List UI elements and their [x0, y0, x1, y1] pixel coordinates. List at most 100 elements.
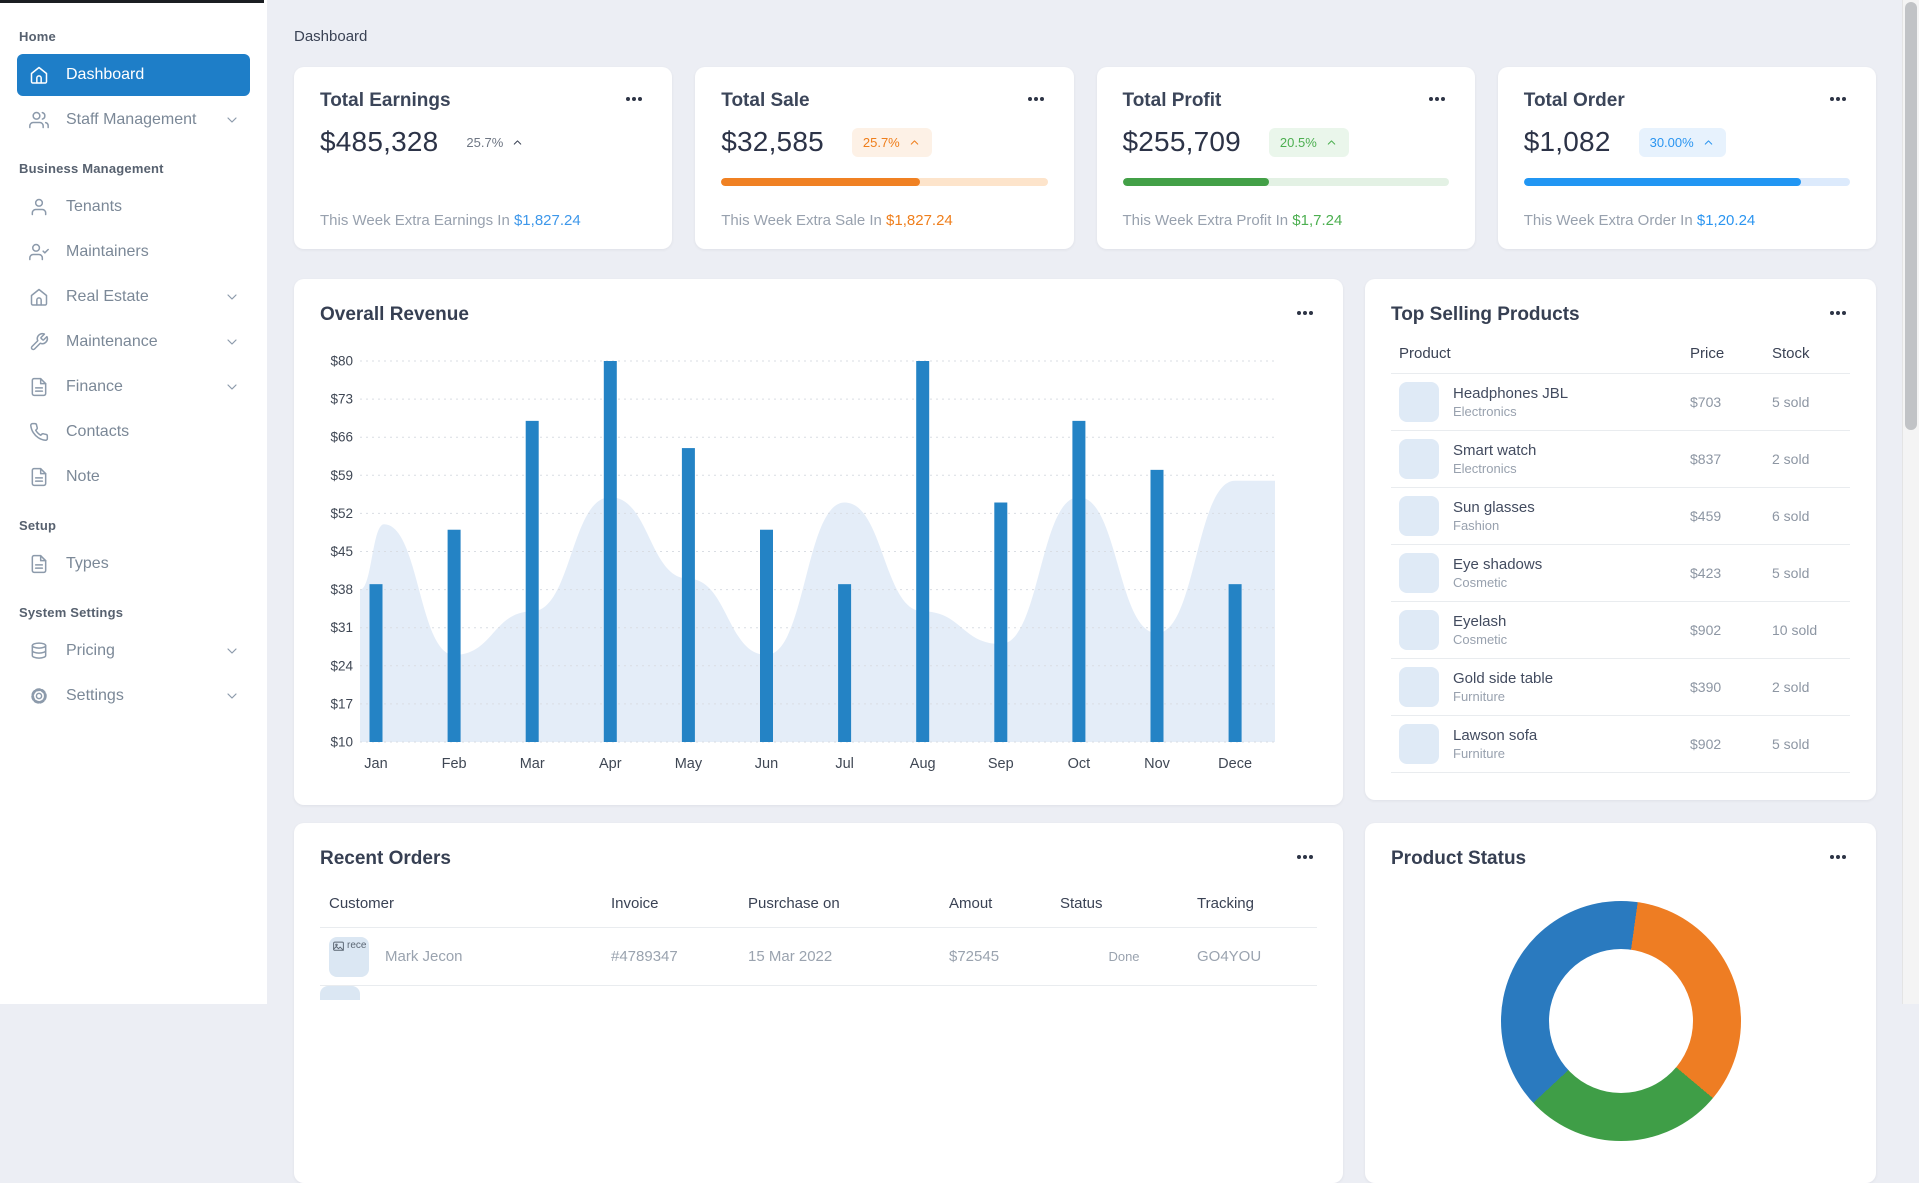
- products-column-header-product: Product: [1399, 345, 1451, 362]
- page-scrollbar-track[interactable]: [1902, 0, 1919, 1004]
- product-status-title: Product Status: [1391, 847, 1527, 869]
- order-amount: $72545: [949, 948, 1000, 965]
- top-selling-menu-button[interactable]: [1826, 303, 1850, 326]
- stat-card-change-value: 20.5%: [1279, 134, 1317, 150]
- product-price: $459: [1690, 508, 1722, 524]
- gear-icon: [29, 686, 49, 706]
- products-column-header-stock: Stock: [1772, 345, 1810, 362]
- chevron-up-icon: [511, 136, 524, 149]
- product-stock: 5 sold: [1772, 394, 1810, 410]
- total-order-menu-button[interactable]: [1826, 89, 1850, 112]
- sidebar-item-dashboard[interactable]: Dashboard: [17, 54, 250, 96]
- stat-card-value-row: $32,585 25.7%: [721, 126, 1047, 158]
- stat-card-footer-value: $1,20.24: [1696, 212, 1756, 229]
- sidebar-item-finance[interactable]: Finance: [17, 366, 250, 408]
- user-icon: [29, 197, 49, 217]
- sidebar-item-pricing[interactable]: Pricing: [17, 630, 250, 672]
- sidebar-item-settings[interactable]: Settings: [17, 675, 250, 717]
- sidebar-item-maintenance[interactable]: Maintenance: [17, 321, 250, 363]
- product-stock: 2 sold: [1772, 451, 1810, 467]
- stat-card-header: Total Sale: [721, 89, 1047, 112]
- product-name: Lawson sofa: [1453, 727, 1538, 745]
- chevron-down-icon: [224, 643, 240, 659]
- revenue-chart-svg: $80 $73 $66 $59 $52 $45 $38 $31 $24 $17 $10 Jan Feb M…: [330, 354, 1275, 772]
- product-cell: Headphones JBL Electronics: [1391, 382, 1682, 422]
- x-axis-tick-label: May: [675, 756, 703, 772]
- sidebar-section-header: Setup: [19, 518, 57, 533]
- sidebar-item-label: Dashboard: [66, 66, 145, 83]
- page-scrollbar-thumb[interactable]: [1905, 2, 1917, 430]
- chevron-down-icon: [224, 688, 240, 704]
- x-axis-tick-label: Dece: [1218, 756, 1252, 772]
- product-cell: Smart watch Electronics: [1391, 439, 1682, 479]
- product-name: Smart watch: [1453, 442, 1537, 460]
- product-text: Lawson sofa Furniture: [1453, 727, 1537, 761]
- y-axis-tick-label: $31: [330, 620, 353, 635]
- product-row: Sun glasses Fashion $459 6 sold: [1391, 488, 1850, 545]
- product-row: Eyelash Cosmetic $902 10 sold: [1391, 602, 1850, 659]
- y-axis-tick-label: $52: [330, 506, 353, 521]
- revenue-bar-nov: [1150, 469, 1164, 742]
- user-check-icon: [29, 242, 49, 262]
- sidebar-item-contacts[interactable]: Contacts: [17, 411, 250, 453]
- y-axis-tick-label: $38: [330, 582, 353, 597]
- stat-card-footer-text: This Week Extra Sale In: [721, 212, 887, 229]
- stat-card-value: $485,328: [320, 126, 439, 157]
- product-cell: Eyelash Cosmetic: [1391, 610, 1682, 650]
- product-status-menu-button[interactable]: [1826, 847, 1850, 870]
- x-axis-tick-label: Apr: [599, 756, 622, 772]
- chevron-up-icon: [1325, 136, 1338, 149]
- product-name: Eyelash: [1453, 613, 1507, 631]
- sidebar-item-label: Note: [66, 468, 100, 485]
- product-text: Sun glasses Fashion: [1453, 499, 1535, 533]
- product-thumbnail: [1399, 382, 1439, 422]
- stat-card-change-value: 30.00%: [1649, 134, 1694, 150]
- product-text: Eyelash Cosmetic: [1453, 613, 1507, 647]
- order-customer-cell: [320, 986, 602, 1000]
- product-cell: Gold side table Furniture: [1391, 667, 1682, 707]
- total-profit-menu-button[interactable]: [1425, 89, 1449, 112]
- sidebar-item-label: Tenants: [66, 198, 123, 215]
- product-category: Fashion: [1453, 517, 1500, 533]
- sidebar-item-real-estate[interactable]: Real Estate: [17, 276, 250, 318]
- product-stock: 5 sold: [1772, 565, 1810, 581]
- order-row-partial: [320, 986, 1317, 1000]
- sidebar-item-types[interactable]: Types: [17, 543, 250, 585]
- overall-revenue-menu-button[interactable]: [1293, 303, 1317, 326]
- stat-card-change-badge: 20.5%: [1268, 127, 1349, 157]
- x-axis-tick-label: Aug: [910, 756, 936, 772]
- stat-card-footer: This Week Extra Order In $1,20.24: [1524, 212, 1850, 229]
- stat-card-change-value: 25.7%: [862, 134, 900, 150]
- overall-revenue-panel: Overall Revenue $80 $73 $66 $59 $52 $45 $38 $31…: [294, 279, 1343, 805]
- revenue-bar-jan: [369, 584, 383, 742]
- sidebar-item-tenants[interactable]: Tenants: [17, 186, 250, 228]
- revenue-area-series: [360, 480, 1275, 742]
- sidebar-item-label: Maintainers: [66, 243, 149, 260]
- product-text: Eye shadows Cosmetic: [1453, 556, 1542, 590]
- stat-card-progress-bar: [1122, 178, 1449, 186]
- recent-orders-menu-button[interactable]: [1293, 847, 1317, 870]
- sidebar-item-label: Pricing: [66, 642, 115, 659]
- orders-column-header-pusrchase-on: Pusrchase on: [748, 895, 840, 912]
- product-category: Furniture: [1453, 745, 1506, 761]
- sidebar-item-maintainers[interactable]: Maintainers: [17, 231, 250, 273]
- dots-icon: [1293, 847, 1317, 870]
- total-earnings-menu-button[interactable]: [622, 89, 646, 112]
- sidebar-item-staff-management[interactable]: Staff Management: [17, 99, 250, 141]
- stat-card-total-sale: Total Sale $32,585 25.7% This Week Extra Sa…: [695, 67, 1074, 249]
- product-text: Smart watch Electronics: [1453, 442, 1536, 476]
- product-name: Sun glasses: [1453, 499, 1535, 517]
- middle-row: Overall Revenue $80 $73 $66 $59 $52 $45 $38 $31…: [294, 279, 1876, 805]
- product-price: $390: [1690, 679, 1722, 695]
- orders-table-body: rece Mark Jecon #4789347 15 Mar 2022 $72545 D…: [320, 928, 1317, 1000]
- sidebar-item-note[interactable]: Note: [17, 456, 250, 498]
- product-thumbnail: [1399, 553, 1439, 593]
- product-name: Gold side table: [1453, 670, 1554, 688]
- total-sale-menu-button[interactable]: [1024, 89, 1048, 112]
- product-status-panel: Product Status: [1365, 823, 1876, 1183]
- sidebar: Home Dashboard Staff Management Business Ma…: [0, 0, 267, 1004]
- sidebar-item-label: Finance: [66, 378, 123, 395]
- stat-card-progress-bar: [721, 178, 1048, 186]
- home-icon: [29, 65, 49, 85]
- x-axis-tick-label: Sep: [988, 756, 1014, 772]
